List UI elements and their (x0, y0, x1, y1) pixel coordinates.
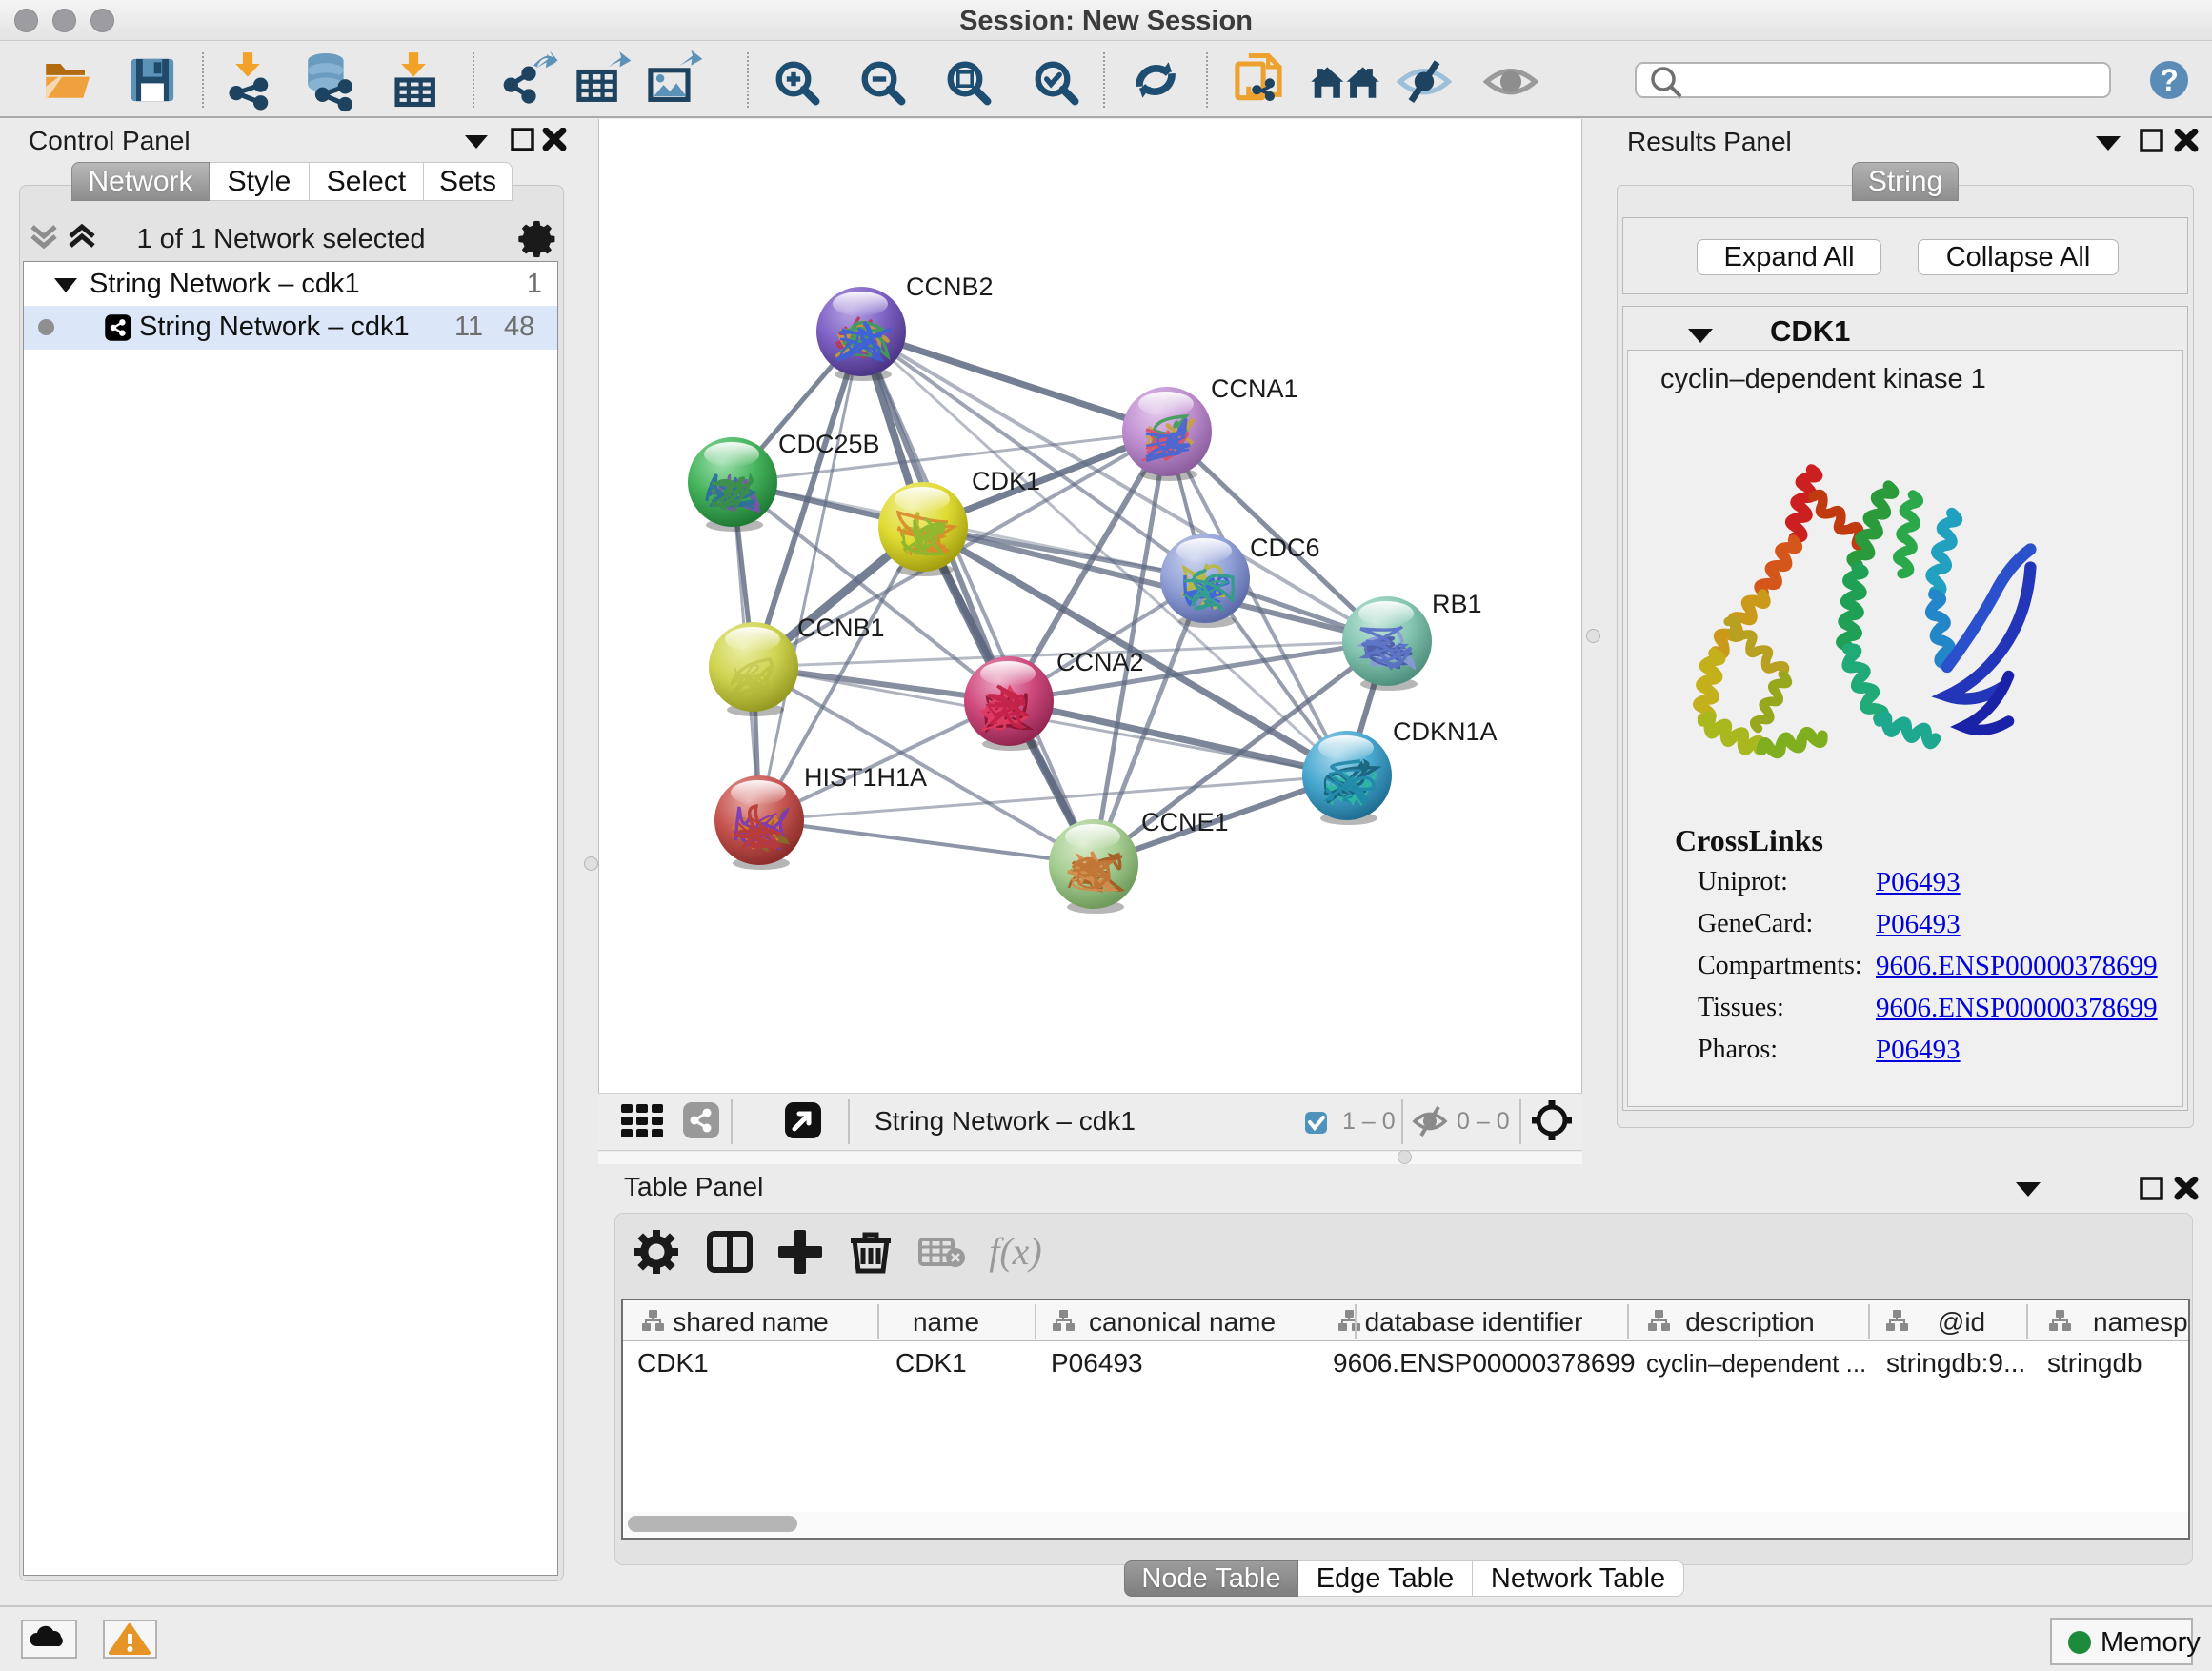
svg-text:CDC25B: CDC25B (778, 430, 880, 458)
svg-text:CDK1: CDK1 (972, 467, 1040, 495)
svg-text:RB1: RB1 (1432, 590, 1482, 618)
svg-text:CCNA1: CCNA1 (1211, 374, 1298, 403)
svg-text:CDKN1A: CDKN1A (1393, 717, 1498, 746)
svg-text:1 – 0: 1 – 0 (1342, 1108, 1396, 1135)
svg-text:f(x): f(x) (989, 1230, 1042, 1273)
svg-text:CCNA2: CCNA2 (1056, 648, 1144, 676)
svg-text:database identifier: database identifier (1365, 1307, 1583, 1337)
svg-text:namespac: namespac (2093, 1307, 2188, 1337)
svg-text:HIST1H1A: HIST1H1A (804, 763, 927, 792)
svg-text:@id: @id (1938, 1307, 1985, 1337)
svg-text:CCNB1: CCNB1 (797, 614, 885, 642)
svg-text:name: name (913, 1307, 979, 1337)
svg-text:CCNE1: CCNE1 (1141, 808, 1229, 836)
svg-text:canonical name: canonical name (1089, 1307, 1276, 1337)
svg-text:?: ? (2160, 63, 2179, 97)
svg-text:String Network – cdk1: String Network – cdk1 (875, 1106, 1136, 1136)
svg-text:description: description (1685, 1307, 1814, 1337)
svg-text:0 – 0: 0 – 0 (1457, 1108, 1510, 1135)
svg-text:shared name: shared name (673, 1307, 828, 1337)
svg-text:CDC6: CDC6 (1250, 534, 1320, 562)
svg-text:CCNB2: CCNB2 (906, 272, 994, 301)
